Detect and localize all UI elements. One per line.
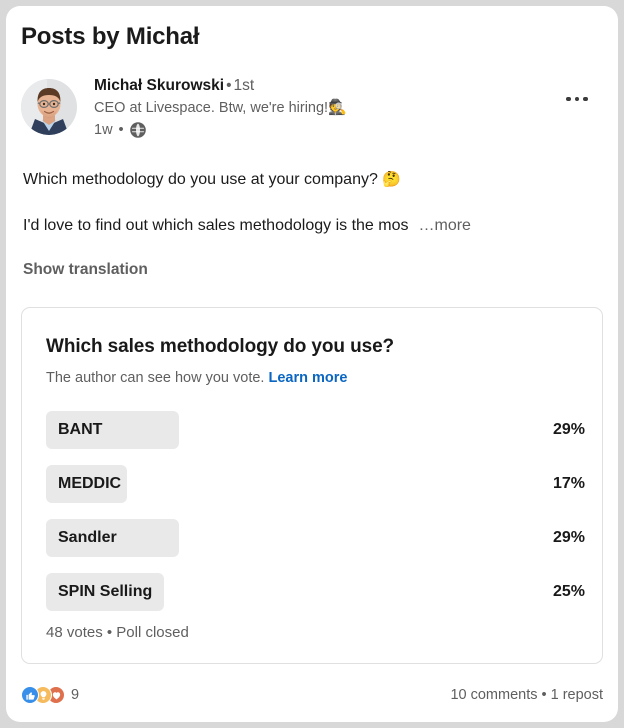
poll-option-percent: 29% <box>552 421 585 438</box>
learn-more-link[interactable]: Learn more <box>268 370 347 386</box>
post-text-line-2: I'd love to find out which sales methodo… <box>23 215 611 237</box>
avatar-photo <box>21 79 77 135</box>
screenshot-root: Posts by Michał Michał Skurowski • 1st C… <box>0 0 624 728</box>
menu-dot <box>583 96 588 102</box>
poll-subtitle: The author can see how you vote. Learn m… <box>46 370 347 386</box>
detective-icon: 🕵 <box>328 98 347 116</box>
poll-subtitle-text: The author can see how you vote. <box>46 370 265 386</box>
poll-option[interactable]: MEDDIC 17% <box>46 465 585 503</box>
poll-card: Which sales methodology do you use? The … <box>21 307 603 664</box>
reaction-count: 9 <box>71 687 80 703</box>
connection-degree: 1st <box>233 77 255 94</box>
globe-icon <box>129 122 146 138</box>
poll-option[interactable]: BANT 29% <box>46 411 585 449</box>
author-time-line: 1w • <box>94 120 347 140</box>
reactions-group[interactable]: 9 <box>21 686 79 704</box>
poll-option[interactable]: Sandler 29% <box>46 519 585 557</box>
poll-option-label: Sandler <box>58 529 117 546</box>
post-body: Which methodology do you use at your com… <box>23 168 611 279</box>
post-text-line-1-text: Which methodology do you use at your com… <box>23 171 378 188</box>
author-row: Michał Skurowski • 1st CEO at Livespace. B… <box>21 76 603 138</box>
menu-dot <box>566 96 571 102</box>
time-separator-dot: • <box>118 122 124 138</box>
social-footer: 9 10 comments • 1 repost <box>21 686 603 712</box>
page-title: Posts by Michał <box>21 23 200 50</box>
thinking-face-icon: 🤔 <box>382 170 402 188</box>
poll-option-percent: 17% <box>552 475 585 492</box>
menu-dot <box>574 96 580 102</box>
poll-option-label: BANT <box>58 421 103 438</box>
avatar[interactable] <box>21 79 77 135</box>
ellipsis-horizontal-icon[interactable] <box>561 86 593 112</box>
poll-footer-status: 48 votes • Poll closed <box>46 624 189 641</box>
comments-reposts-label[interactable]: 10 comments • 1 repost <box>450 687 603 703</box>
poll-question: Which sales methodology do you use? <box>46 336 395 357</box>
author-name[interactable]: Michał Skurowski <box>94 77 224 94</box>
poll-option[interactable]: SPIN Selling 25% <box>46 573 585 611</box>
poll-option-percent: 29% <box>552 529 585 546</box>
poll-option-percent: 25% <box>552 583 585 600</box>
poll-options-list: BANT 29% MEDDIC 17% Sandler 29% SPIN Sel… <box>46 411 585 627</box>
reaction-icons[interactable] <box>21 686 65 704</box>
post-timestamp: 1w <box>94 122 113 138</box>
see-more-link[interactable]: …more <box>408 217 470 234</box>
post-card: Posts by Michał Michał Skurowski • 1st C… <box>6 6 618 722</box>
author-headline-text: CEO at Livespace. Btw, we're hiring! <box>94 100 329 116</box>
post-text-line-1: Which methodology do you use at your com… <box>23 168 611 191</box>
author-name-line: Michał Skurowski • 1st <box>94 76 347 96</box>
post-text-line-2-text: I'd love to find out which sales methodo… <box>23 217 409 234</box>
author-meta: Michał Skurowski • 1st CEO at Livespace. B… <box>94 76 347 140</box>
name-separator-dot: • <box>226 77 232 94</box>
poll-option-label: MEDDIC <box>58 475 122 492</box>
show-translation-button[interactable]: Show translation <box>23 261 148 279</box>
thumbs-up-icon <box>21 686 39 704</box>
author-headline: CEO at Livespace. Btw, we're hiring!🕵 <box>94 97 347 119</box>
poll-option-label: SPIN Selling <box>58 583 153 600</box>
